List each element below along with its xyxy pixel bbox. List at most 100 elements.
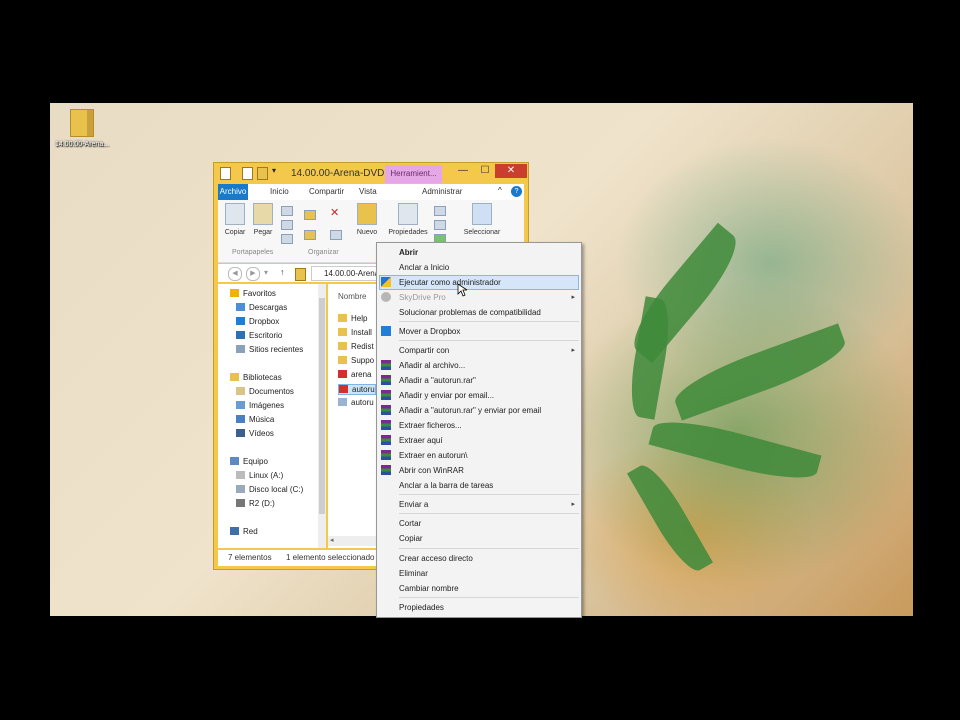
menu-item-cambiar-nombre[interactable]: Cambiar nombre	[399, 584, 459, 593]
nav-documentos[interactable]: Documentos	[236, 387, 294, 396]
up-button[interactable]: ↑	[280, 267, 285, 277]
menu-item-anadir-rar-email[interactable]: Añadir a "autorun.rar" y enviar por emai…	[399, 406, 541, 415]
menu-item-compartir-con[interactable]: Compartir con	[399, 346, 449, 355]
menu-item-extraer-ficheros[interactable]: Extraer ficheros...	[399, 421, 462, 430]
seleccionar-button[interactable]: Seleccionar	[458, 203, 506, 236]
menu-item-cortar[interactable]: Cortar	[399, 519, 421, 528]
app-folder-icon	[220, 167, 231, 180]
file-item[interactable]: Help	[338, 314, 367, 323]
menu-item-mover-dropbox[interactable]: Mover a Dropbox	[399, 327, 460, 336]
edit-icon[interactable]	[434, 220, 446, 230]
menu-item-anadir-email[interactable]: Añadir y enviar por email...	[399, 391, 494, 400]
menu-separator	[399, 340, 579, 341]
nav-escritorio[interactable]: Escritorio	[236, 331, 282, 340]
menu-item-solucionar[interactable]: Solucionar problemas de compatibilidad	[399, 308, 541, 317]
rename-icon[interactable]	[330, 230, 342, 240]
nav-linux[interactable]: Linux (A:)	[236, 471, 283, 480]
scroll-left-icon[interactable]: ◂	[330, 536, 334, 544]
ribbon-tabs: Archivo Inicio Compartir Vista Administr…	[218, 184, 524, 200]
file-item[interactable]: Install	[338, 328, 372, 337]
location-folder-icon	[295, 268, 306, 281]
nav-r2[interactable]: R2 (D:)	[236, 499, 275, 508]
menu-item-extraer-aqui[interactable]: Extraer aquí	[399, 436, 443, 445]
group-portapapeles: Portapapeles	[232, 249, 274, 256]
menu-item-abrir-winrar[interactable]: Abrir con WinRAR	[399, 466, 464, 475]
tab-administrar[interactable]: Administrar	[418, 184, 466, 200]
menu-separator	[399, 494, 579, 495]
cut-icon[interactable]	[281, 206, 293, 216]
menu-item-crear-acceso[interactable]: Crear acceso directo	[399, 554, 473, 563]
recent-locations-icon[interactable]: ▾	[264, 268, 268, 277]
close-button[interactable]: ✕	[495, 164, 527, 178]
menu-item-ejecutar-admin[interactable]: Ejecutar como administrador	[399, 278, 501, 287]
quick-access-properties-icon[interactable]	[242, 167, 253, 180]
copy-path-icon[interactable]	[281, 220, 293, 230]
new-folder-icon	[357, 203, 377, 225]
minimize-button[interactable]: —	[452, 164, 474, 178]
tab-archivo[interactable]: Archivo	[218, 184, 248, 200]
paste-shortcut-icon[interactable]	[281, 234, 293, 244]
folder-icon	[338, 314, 347, 322]
copiar-button[interactable]: Copiar	[222, 203, 248, 236]
nav-red[interactable]: Red	[230, 527, 258, 536]
open-icon[interactable]	[434, 206, 446, 216]
nav-videos[interactable]: Vídeos	[236, 429, 274, 438]
title-bar[interactable]: ▾ 14.00.00-Arena-DVD Herramient... — ☐ ✕	[214, 163, 528, 183]
tab-vista[interactable]: Vista	[355, 184, 381, 200]
file-item-selected[interactable]: autoru	[338, 384, 376, 395]
nav-scrollbar[interactable]	[318, 284, 326, 548]
tab-compartir[interactable]: Compartir	[305, 184, 348, 200]
menu-item-extraer-en[interactable]: Extraer en autorun\	[399, 451, 467, 460]
nav-imagenes[interactable]: Imágenes	[236, 401, 284, 410]
nav-disco-local[interactable]: Disco local (C:)	[236, 485, 303, 494]
quick-access-new-folder-icon[interactable]	[257, 167, 268, 180]
scrollbar-thumb[interactable]	[319, 298, 325, 514]
help-icon[interactable]: ?	[511, 186, 522, 197]
menu-item-copiar[interactable]: Copiar	[399, 534, 423, 543]
menu-item-anadir-archivo[interactable]: Añadir al archivo...	[399, 361, 465, 370]
properties-icon	[398, 203, 418, 225]
quick-access-dropdown-icon[interactable]: ▾	[272, 166, 276, 175]
back-button[interactable]: ◀	[228, 267, 242, 281]
file-item[interactable]: autoru	[338, 398, 374, 407]
file-item[interactable]: Redist	[338, 342, 374, 351]
collapse-ribbon-icon[interactable]: ^	[498, 186, 502, 195]
nav-bibliotecas[interactable]: Bibliotecas	[230, 373, 282, 382]
menu-item-anadir-rar[interactable]: Añadir a "autorun.rar"	[399, 376, 476, 385]
nav-descargas[interactable]: Descargas	[236, 303, 287, 312]
delete-icon[interactable]: ✕	[330, 206, 339, 219]
menu-item-anclar-inicio[interactable]: Anclar a Inicio	[399, 263, 449, 272]
menu-item-abrir[interactable]: Abrir	[399, 248, 418, 257]
tab-inicio[interactable]: Inicio	[266, 184, 293, 200]
nuevo-button[interactable]: Nuevo	[354, 203, 380, 236]
window-title: 14.00.00-Arena-DVD	[291, 168, 385, 179]
videos-icon	[236, 429, 245, 437]
nav-musica[interactable]: Música	[236, 415, 274, 424]
nav-favoritos[interactable]: Favoritos	[230, 289, 276, 298]
menu-separator	[399, 513, 579, 514]
desktop-icon	[236, 331, 245, 339]
nav-dropbox[interactable]: Dropbox	[236, 317, 279, 326]
file-item[interactable]: Suppo	[338, 356, 374, 365]
column-header-nombre[interactable]: Nombre	[338, 292, 366, 301]
desktop-folder-shortcut[interactable]: 14.00.00-Arena...	[52, 109, 112, 148]
move-to-icon[interactable]	[304, 210, 316, 220]
nav-equipo[interactable]: Equipo	[230, 457, 268, 466]
copy-to-icon[interactable]	[304, 230, 316, 240]
paste-icon	[253, 203, 273, 225]
menu-item-anclar-barra[interactable]: Anclar a la barra de tareas	[399, 481, 493, 490]
propiedades-button[interactable]: Propiedades	[386, 203, 430, 236]
wallpaper-leaf	[648, 411, 822, 489]
maximize-button[interactable]: ☐	[474, 164, 496, 178]
nav-sitios-recientes[interactable]: Sitios recientes	[236, 345, 303, 354]
file-item[interactable]: arena	[338, 370, 371, 379]
forward-button[interactable]: ▶	[246, 267, 260, 281]
menu-item-enviar-a[interactable]: Enviar a	[399, 500, 428, 509]
drive-icon	[236, 471, 245, 479]
navigation-pane: Favoritos Descargas Dropbox Escritorio S…	[218, 284, 326, 548]
menu-item-eliminar[interactable]: Eliminar	[399, 569, 428, 578]
context-tab-herramientas[interactable]: Herramient...	[385, 165, 442, 183]
menu-item-propiedades[interactable]: Propiedades	[399, 603, 444, 612]
pegar-button[interactable]: Pegar	[250, 203, 276, 236]
menu-separator	[399, 597, 579, 598]
